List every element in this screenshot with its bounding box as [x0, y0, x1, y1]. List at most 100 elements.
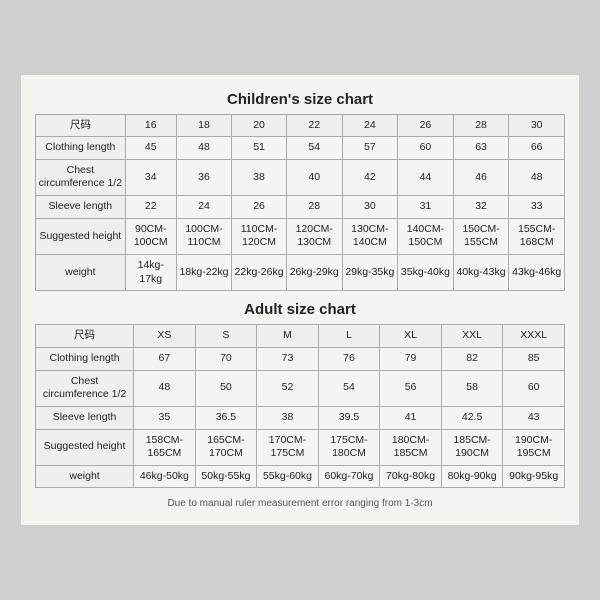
- col-header-label: 尺码: [36, 325, 134, 348]
- table-row: Clothing length67707376798285: [36, 347, 565, 370]
- table-row: Chest circumference 1/248505254565860: [36, 370, 565, 406]
- cell-value: 30: [342, 196, 398, 219]
- cell-value: 110CM-120CM: [232, 218, 287, 254]
- cell-value: 43kg-46kg: [509, 255, 565, 291]
- cell-value: 70kg-80kg: [380, 465, 442, 488]
- cell-value: 158CM-165CM: [134, 429, 196, 465]
- cell-value: 52: [257, 370, 319, 406]
- col-header-size: 20: [232, 114, 287, 137]
- cell-value: 190CM-195CM: [503, 429, 565, 465]
- row-label: Suggested height: [36, 429, 134, 465]
- table-row: Chest circumference 1/23436384042444648: [36, 159, 565, 195]
- cell-value: 155CM-168CM: [509, 218, 565, 254]
- cell-value: 29kg-35kg: [342, 255, 398, 291]
- col-header-size: 26: [398, 114, 454, 137]
- cell-value: 120CM-130CM: [286, 218, 342, 254]
- adult-size-table: 尺码XSSMLXLXXLXXXL Clothing length67707376…: [35, 324, 565, 488]
- cell-value: 28: [286, 196, 342, 219]
- row-label: Sleeve length: [36, 196, 126, 219]
- table-row: weight14kg-17kg18kg-22kg22kg-26kg26kg-29…: [36, 255, 565, 291]
- cell-value: 51: [232, 137, 287, 160]
- table-row: Sleeve length3536.53839.54142.543: [36, 406, 565, 429]
- row-label: Clothing length: [36, 137, 126, 160]
- cell-value: 34: [125, 159, 176, 195]
- cell-value: 14kg-17kg: [125, 255, 176, 291]
- table-row: Sleeve length2224262830313233: [36, 196, 565, 219]
- cell-value: 45: [125, 137, 176, 160]
- cell-value: 79: [380, 347, 442, 370]
- col-header-size: XXL: [441, 325, 503, 348]
- cell-value: 38: [232, 159, 287, 195]
- col-header-size: 18: [176, 114, 231, 137]
- cell-value: 36.5: [195, 406, 257, 429]
- cell-value: 38: [257, 406, 319, 429]
- cell-value: 26: [232, 196, 287, 219]
- cell-value: 48: [509, 159, 565, 195]
- cell-value: 66: [509, 137, 565, 160]
- cell-value: 31: [398, 196, 454, 219]
- row-label: weight: [36, 465, 134, 488]
- cell-value: 33: [509, 196, 565, 219]
- measurement-note: Due to manual ruler measurement error ra…: [35, 498, 565, 509]
- row-label: Chest circumference 1/2: [36, 159, 126, 195]
- cell-value: 185CM-190CM: [441, 429, 503, 465]
- cell-value: 32: [453, 196, 509, 219]
- cell-value: 35: [134, 406, 196, 429]
- table-row: Suggested height90CM-100CM100CM-110CM110…: [36, 218, 565, 254]
- cell-value: 57: [342, 137, 398, 160]
- col-header-size: 16: [125, 114, 176, 137]
- col-header-size: XS: [134, 325, 196, 348]
- col-header-size: S: [195, 325, 257, 348]
- cell-value: 165CM-170CM: [195, 429, 257, 465]
- cell-value: 48: [176, 137, 231, 160]
- table-row: weight46kg-50kg50kg-55kg55kg-60kg60kg-70…: [36, 465, 565, 488]
- cell-value: 140CM-150CM: [398, 218, 454, 254]
- cell-value: 82: [441, 347, 503, 370]
- cell-value: 56: [380, 370, 442, 406]
- col-header-size: 28: [453, 114, 509, 137]
- cell-value: 39.5: [318, 406, 380, 429]
- cell-value: 35kg-40kg: [398, 255, 454, 291]
- col-header-size: XL: [380, 325, 442, 348]
- cell-value: 90CM-100CM: [125, 218, 176, 254]
- col-header-size: 30: [509, 114, 565, 137]
- col-header-size: XXXL: [503, 325, 565, 348]
- cell-value: 130CM-140CM: [342, 218, 398, 254]
- cell-value: 70: [195, 347, 257, 370]
- col-header-size: 22: [286, 114, 342, 137]
- cell-value: 50: [195, 370, 257, 406]
- col-header-size: 24: [342, 114, 398, 137]
- adult-chart-title: Adult size chart: [35, 301, 565, 318]
- cell-value: 150CM-155CM: [453, 218, 509, 254]
- cell-value: 18kg-22kg: [176, 255, 231, 291]
- cell-value: 22kg-26kg: [232, 255, 287, 291]
- cell-value: 73: [257, 347, 319, 370]
- cell-value: 42: [342, 159, 398, 195]
- cell-value: 54: [286, 137, 342, 160]
- cell-value: 63: [453, 137, 509, 160]
- children-size-table: 尺码1618202224262830 Clothing length454851…: [35, 114, 565, 292]
- cell-value: 41: [380, 406, 442, 429]
- cell-value: 180CM-185CM: [380, 429, 442, 465]
- cell-value: 60: [503, 370, 565, 406]
- cell-value: 46kg-50kg: [134, 465, 196, 488]
- col-header-label: 尺码: [36, 114, 126, 137]
- row-label: Chest circumference 1/2: [36, 370, 134, 406]
- cell-value: 36: [176, 159, 231, 195]
- cell-value: 55kg-60kg: [257, 465, 319, 488]
- cell-value: 40: [286, 159, 342, 195]
- cell-value: 48: [134, 370, 196, 406]
- cell-value: 60kg-70kg: [318, 465, 380, 488]
- children-chart-title: Children's size chart: [35, 91, 565, 108]
- cell-value: 80kg-90kg: [441, 465, 503, 488]
- cell-value: 50kg-55kg: [195, 465, 257, 488]
- row-label: Sleeve length: [36, 406, 134, 429]
- cell-value: 24: [176, 196, 231, 219]
- table-row: Suggested height158CM-165CM165CM-170CM17…: [36, 429, 565, 465]
- row-label: weight: [36, 255, 126, 291]
- cell-value: 67: [134, 347, 196, 370]
- cell-value: 43: [503, 406, 565, 429]
- cell-value: 46: [453, 159, 509, 195]
- col-header-size: M: [257, 325, 319, 348]
- cell-value: 40kg-43kg: [453, 255, 509, 291]
